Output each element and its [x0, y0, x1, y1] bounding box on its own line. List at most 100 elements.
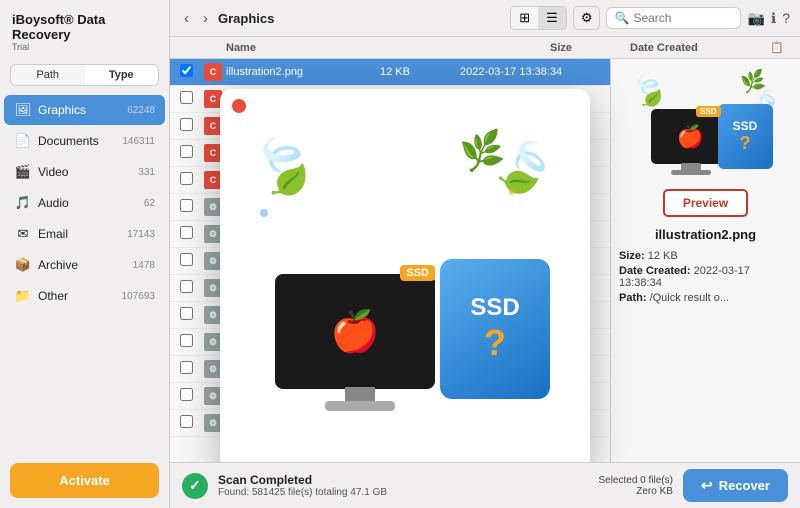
audio-icon: 🎵: [14, 194, 32, 212]
checkbox-12[interactable]: [180, 388, 193, 401]
popup-leaf3-icon: 🌿: [458, 128, 508, 176]
tab-path[interactable]: Path: [11, 65, 85, 85]
forward-button[interactable]: ›: [199, 8, 212, 29]
sidebar-item-count-other: 107693: [122, 291, 155, 302]
thumb-icon-5: ⚙: [209, 202, 217, 213]
video-icon: 🎬: [14, 163, 32, 181]
checkbox-1[interactable]: [180, 91, 193, 104]
camera-icon-button[interactable]: 📷: [747, 10, 764, 27]
row-checkbox-7[interactable]: [180, 253, 204, 269]
header-date[interactable]: Date Created: [630, 42, 770, 54]
checkbox-13[interactable]: [180, 415, 193, 428]
view-grid-button[interactable]: ⊞: [511, 7, 538, 29]
tab-bar: Path Type: [10, 64, 159, 86]
view-list-button[interactable]: ☰: [538, 7, 566, 29]
preview-button[interactable]: Preview: [663, 189, 748, 217]
thumb-icon-12: ⚙: [209, 391, 217, 402]
email-icon: ✉: [14, 225, 32, 243]
checkbox-2[interactable]: [180, 118, 193, 131]
sidebar-item-label-graphics: Graphics: [38, 103, 127, 117]
file-info-size: Size: 12 KB: [619, 250, 792, 262]
search-icon: 🔍: [614, 11, 629, 25]
leaf1-icon: 🍃: [631, 69, 673, 114]
sidebar-item-documents[interactable]: 📄 Documents 146311: [4, 126, 165, 156]
checkbox-9[interactable]: [180, 307, 193, 320]
ssd-question-icon: ?: [740, 133, 751, 154]
row-checkbox-5[interactable]: [180, 199, 204, 215]
row-checkbox-9[interactable]: [180, 307, 204, 323]
toolbar: ‹ › Graphics ⊞ ☰ ⚙ 🔍 📷 ℹ ?: [170, 0, 800, 37]
header-size[interactable]: Size: [550, 42, 630, 54]
preview-popup: 🍃 🍃 🌿 🍎 SSD SSD ?: [220, 89, 590, 462]
popup-ssd: SSD SSD ?: [440, 259, 550, 399]
checkbox-10[interactable]: [180, 334, 193, 347]
row-checkbox-0[interactable]: [180, 64, 204, 80]
breadcrumb: Graphics: [218, 11, 274, 26]
thumb-icon-4: C: [210, 175, 217, 185]
back-button[interactable]: ‹: [180, 8, 193, 29]
row-checkbox-13[interactable]: [180, 415, 204, 431]
thumb-icon-1: C: [210, 94, 217, 104]
thumb-icon-2: C: [210, 121, 217, 131]
ssd-badge: SSD: [696, 106, 720, 117]
popup-apple-logo-icon: 🍎: [330, 308, 380, 355]
checkbox-6[interactable]: [180, 226, 193, 239]
row-checkbox-10[interactable]: [180, 334, 204, 350]
sidebar-item-count-graphics: 62248: [127, 105, 155, 116]
thumb-icon-6: ⚙: [209, 229, 217, 240]
popup-close-button[interactable]: [232, 99, 246, 113]
popup-scene: 🍃 🍃 🌿 🍎 SSD SSD ?: [245, 129, 565, 429]
sidebar-item-count-email: 17143: [127, 229, 155, 240]
row-checkbox-8[interactable]: [180, 280, 204, 296]
checkbox-0[interactable]: [180, 64, 193, 77]
tab-type[interactable]: Type: [85, 65, 159, 85]
size-value: 12 KB: [648, 250, 678, 262]
row-checkbox-1[interactable]: [180, 91, 204, 107]
recover-button[interactable]: ↩ Recover: [683, 469, 788, 502]
activate-button[interactable]: Activate: [10, 463, 159, 498]
info-icon-button[interactable]: ℹ: [771, 10, 776, 27]
checkbox-7[interactable]: [180, 253, 193, 266]
table-row[interactable]: C illustration2.png 12 KB 2022-03-17 13:…: [170, 59, 610, 86]
preview-image-container: 🍃 🍃 🌿 🍎 SSD SSD ?: [631, 69, 781, 179]
row-checkbox-6[interactable]: [180, 226, 204, 242]
row-checkbox-2[interactable]: [180, 118, 204, 134]
sidebar-item-video[interactable]: 🎬 Video 331: [4, 157, 165, 187]
file-size-0: 12 KB: [380, 66, 460, 78]
thumb-icon-10: ⚙: [209, 337, 217, 348]
row-checkbox-3[interactable]: [180, 145, 204, 161]
popup-monitor: 🍎: [275, 274, 435, 389]
view-toggle: ⊞ ☰: [510, 6, 567, 30]
checkbox-5[interactable]: [180, 199, 193, 212]
row-checkbox-12[interactable]: [180, 388, 204, 404]
help-icon-button[interactable]: ?: [782, 10, 790, 26]
app-title: iBoysoft® Data Recovery: [12, 12, 157, 42]
row-checkbox-4[interactable]: [180, 172, 204, 188]
sidebar-items: 🖼 Graphics 62248 📄 Documents 146311 🎬 Vi…: [0, 94, 169, 453]
filter-button[interactable]: ⚙: [573, 6, 601, 30]
header-name[interactable]: Name: [226, 42, 550, 54]
path-value: /Quick result o...: [650, 292, 729, 304]
file-name-0: illustration2.png: [226, 66, 380, 78]
recover-icon: ↩: [701, 477, 713, 494]
ssd-box: SSD SSD ?: [718, 104, 773, 169]
checkbox-8[interactable]: [180, 280, 193, 293]
checkbox-11[interactable]: [180, 361, 193, 374]
sidebar-item-audio[interactable]: 🎵 Audio 62: [4, 188, 165, 218]
thumb-icon-3: C: [210, 148, 217, 158]
popup-monitor-stand: [345, 387, 375, 401]
sidebar-item-graphics[interactable]: 🖼 Graphics 62248: [4, 95, 165, 125]
date-label: Date Created:: [619, 265, 691, 277]
checkbox-4[interactable]: [180, 172, 193, 185]
selected-files-count: Selected 0 file(s): [598, 475, 672, 486]
content-area: C illustration2.png 12 KB 2022-03-17 13:…: [170, 59, 800, 462]
row-checkbox-11[interactable]: [180, 361, 204, 377]
sidebar-item-other[interactable]: 📁 Other 107693: [4, 281, 165, 311]
selected-info: Selected 0 file(s) Zero KB: [598, 475, 672, 497]
search-input[interactable]: [633, 11, 733, 25]
sidebar-item-email[interactable]: ✉ Email 17143: [4, 219, 165, 249]
header-extra: 📋: [770, 41, 790, 54]
checkbox-3[interactable]: [180, 145, 193, 158]
thumb-icon-9: ⚙: [209, 310, 217, 321]
sidebar-item-archive[interactable]: 📦 Archive 1478: [4, 250, 165, 280]
